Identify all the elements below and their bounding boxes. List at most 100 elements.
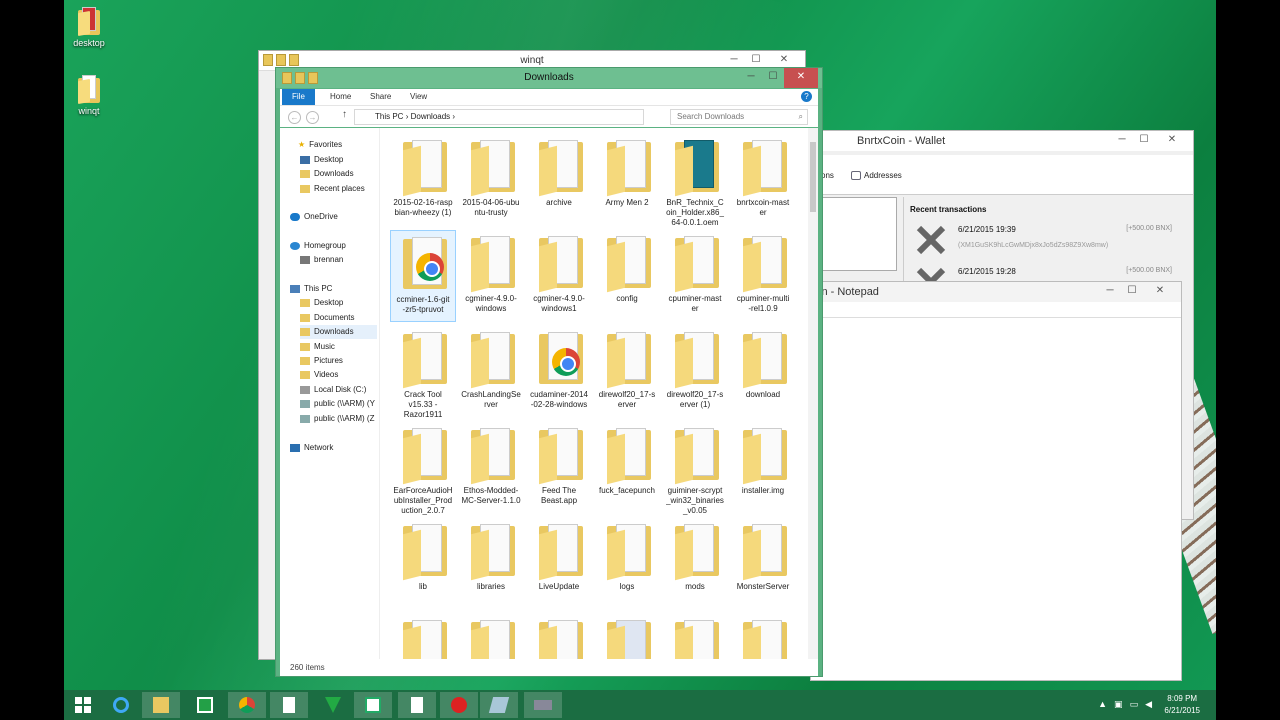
file-item[interactable]: installer.img	[730, 422, 796, 514]
file-button[interactable]	[398, 692, 436, 718]
file-item[interactable]: 2015-02-16-rasp bian-wheezy (1)	[390, 134, 456, 226]
nav-favorites[interactable]: ★ Favorites	[298, 138, 342, 152]
start-button[interactable]	[64, 692, 102, 718]
file-item[interactable]: New Folder	[458, 614, 524, 659]
nav-pictures[interactable]: Pictures	[300, 354, 343, 368]
nav-onedrive[interactable]: OneDrive	[290, 210, 338, 224]
explorer-titlebar[interactable]: Downloads ─ ☐ ✕	[276, 68, 822, 88]
desktop-icon-desktop[interactable]: desktop	[64, 6, 114, 48]
minimize-button[interactable]: ─	[1099, 282, 1121, 302]
toolbar-addresses-tab[interactable]: Addresses	[851, 171, 902, 181]
search-input[interactable]: Search Downloads ⌕	[670, 109, 808, 125]
tab-file[interactable]: File	[282, 89, 315, 105]
wallet-titlebar[interactable]: BnrtxCoin - Wallet ─ ☐ ✕	[811, 131, 1193, 151]
file-item[interactable]: Army Men 2	[594, 134, 660, 226]
file-item[interactable]: playlater-164942	[730, 614, 796, 659]
chrome-button[interactable]	[228, 692, 266, 718]
vim-button[interactable]	[314, 692, 352, 718]
nav-network[interactable]: Network	[290, 441, 333, 455]
close-button[interactable]: ✕	[1143, 282, 1177, 302]
file-item[interactable]: One_M8_All-In-	[526, 614, 592, 659]
file-item[interactable]: cpuminer-multi -rel1.0.9	[730, 230, 796, 322]
file-item[interactable]: Ethos-Modded- MC-Server-1.1.0	[458, 422, 524, 514]
transaction-row[interactable]: 6/21/2015 19:39 (XM1GuSK9hLcGwMDjx8xJo5d…	[912, 221, 1182, 261]
nav-pc-downloads[interactable]: Downloads	[300, 325, 377, 339]
nav-music[interactable]: Music	[300, 340, 335, 354]
volume-icon[interactable]: ◀	[1145, 699, 1152, 710]
file-item[interactable]: lib	[390, 518, 456, 610]
minimize-button[interactable]: ─	[740, 68, 762, 88]
up-button[interactable]: ↑	[342, 109, 347, 120]
battery-icon[interactable]: ▭	[1130, 699, 1139, 710]
tab-home[interactable]: Home	[320, 89, 361, 105]
file-item[interactable]: ccminer-1.6-git -zr5-tpruvot	[390, 230, 456, 322]
network-icon[interactable]: ▣	[1114, 699, 1123, 710]
nav-pc-desktop[interactable]: Desktop	[300, 296, 343, 310]
file-item[interactable]: direwolf20_17-s erver	[594, 326, 660, 418]
file-explorer-button[interactable]	[142, 692, 180, 718]
file-item[interactable]: paint.net.4.0.5.i	[594, 614, 660, 659]
file-item[interactable]: EarForceAudioH ubInstaller_Prod uction_2.0…	[390, 422, 456, 515]
file-item[interactable]: MSIAfterburner	[390, 614, 456, 659]
nav-this-pc[interactable]: This PC	[290, 282, 332, 296]
notepad-button[interactable]	[270, 692, 308, 718]
nav-public-z[interactable]: public (\\ARM) (Z	[300, 412, 374, 426]
file-item[interactable]: libraries	[458, 518, 524, 610]
vertical-scrollbar[interactable]	[808, 128, 818, 659]
file-item[interactable]: config	[594, 230, 660, 322]
chevron-up-icon[interactable]: ▲	[1098, 699, 1107, 710]
internet-explorer-button[interactable]	[102, 692, 140, 718]
nav-recent-places[interactable]: Recent places	[300, 182, 365, 196]
file-item[interactable]: Feed The Beast.app	[526, 422, 592, 514]
remote-button[interactable]	[524, 692, 562, 718]
store-button[interactable]	[186, 692, 224, 718]
nav-downloads[interactable]: Downloads	[300, 167, 354, 181]
file-item[interactable]: playlater+crack_	[662, 614, 728, 659]
file-item[interactable]: cgminer-4.9.0- windows1	[526, 230, 592, 322]
crumb-downloads[interactable]: Downloads	[411, 112, 451, 121]
file-item[interactable]: fuck_facepunch	[594, 422, 660, 514]
close-button[interactable]: ✕	[784, 68, 818, 88]
crumb-this-pc[interactable]: This PC	[375, 112, 403, 121]
file-item[interactable]: direwolf20_17-s erver (1)	[662, 326, 728, 418]
close-button[interactable]: ✕	[1155, 131, 1189, 151]
explorer-window[interactable]: Downloads ─ ☐ ✕ File Home Share View ? ←…	[275, 67, 823, 677]
tab-view[interactable]: View	[400, 89, 437, 105]
address-bar[interactable]: This PC › Downloads ›	[354, 109, 644, 125]
file-item[interactable]: download	[730, 326, 796, 418]
file-item[interactable]: 2015-04-06-ubu ntu-trusty	[458, 134, 524, 226]
file-item[interactable]: BnR_Technix_C oin_Holder.x86_ 64-0.0.1.oem	[662, 134, 728, 227]
scrollbar-thumb[interactable]	[810, 142, 816, 212]
notepad-titlebar[interactable]: in - Notepad ─ ☐ ✕	[811, 282, 1181, 302]
nav-local-disk[interactable]: Local Disk (C:)	[300, 383, 366, 397]
maximize-button[interactable]: ☐	[1133, 131, 1155, 151]
file-item[interactable]: cudaminer-2014 -02-28-windows	[526, 326, 592, 418]
maximize-button[interactable]: ☐	[1121, 282, 1143, 302]
vc-button[interactable]	[354, 692, 392, 718]
nav-documents[interactable]: Documents	[300, 311, 354, 325]
tab-share[interactable]: Share	[360, 89, 401, 105]
file-item[interactable]: MonsterServer	[730, 518, 796, 610]
notepad-window[interactable]: in - Notepad ─ ☐ ✕	[810, 281, 1182, 681]
minimize-button[interactable]: ─	[1111, 131, 1133, 151]
app-button[interactable]	[480, 692, 518, 718]
file-item[interactable]: bnrtxcoin-mast er	[730, 134, 796, 226]
file-item[interactable]: LiveUpdate	[526, 518, 592, 610]
file-item[interactable]: mods	[662, 518, 728, 610]
file-item[interactable]: CrashLandingSe rver	[458, 326, 524, 418]
record-button[interactable]	[440, 692, 478, 718]
desktop-icon-winqt[interactable]: winqt	[64, 74, 114, 116]
clock[interactable]: 8:09 PM 6/21/2015	[1164, 693, 1200, 717]
file-item[interactable]: guiminer-scrypt _win32_binaries _v0.05	[662, 422, 728, 515]
file-item[interactable]: logs	[594, 518, 660, 610]
nav-videos[interactable]: Videos	[300, 368, 338, 382]
file-item[interactable]: Crack Tool v15.33 - Razor1911	[390, 326, 456, 419]
file-item[interactable]: cgminer-4.9.0- windows	[458, 230, 524, 322]
help-icon[interactable]: ?	[801, 91, 812, 102]
back-button[interactable]: ←	[288, 111, 301, 124]
file-item[interactable]: archive	[526, 134, 592, 226]
file-item[interactable]: cpuminer-mast er	[662, 230, 728, 322]
nav-brennan[interactable]: brennan	[300, 253, 343, 267]
nav-public-y[interactable]: public (\\ARM) (Y	[300, 397, 375, 411]
nav-desktop[interactable]: Desktop	[300, 153, 343, 167]
